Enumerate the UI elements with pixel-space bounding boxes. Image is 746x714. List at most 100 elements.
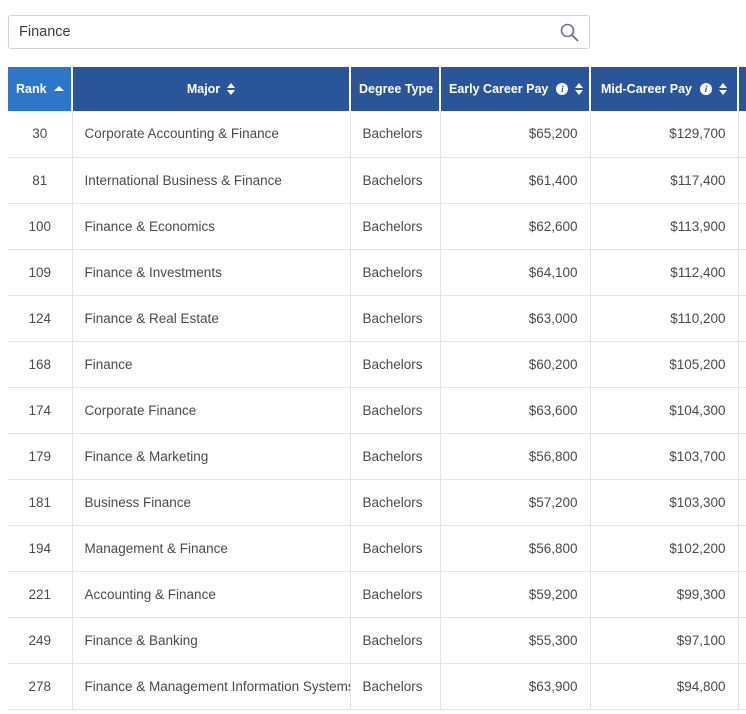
search-input[interactable] (9, 16, 549, 48)
table-header: Rank Major Degree Type Early Career Pay … (8, 67, 746, 111)
table-row[interactable]: 168 Finance Bachelors $60,200 $105,200 (8, 341, 746, 388)
cell-overflow (738, 663, 746, 710)
cell-degree-type: Bachelors (350, 525, 441, 572)
cell-degree-type: Bachelors (350, 571, 441, 618)
table-row[interactable]: 221 Accounting & Finance Bachelors $59,200 $… (8, 571, 746, 618)
cell-degree-type: Bachelors (350, 249, 441, 296)
search-icon[interactable] (559, 22, 579, 42)
search-box[interactable] (8, 15, 590, 49)
table-row[interactable]: 249 Finance & Banking Bachelors $55,300 $97,… (8, 617, 746, 664)
cell-major: Finance & Economics (72, 203, 351, 250)
cell-major: Corporate Finance (72, 387, 351, 434)
cell-rank: 100 (8, 203, 73, 250)
cell-mid-career-pay: $99,300 (590, 571, 739, 618)
cell-overflow (738, 387, 746, 434)
sort-ascending-icon (53, 85, 64, 91)
cell-overflow (738, 617, 746, 664)
cell-major: Accounting & Finance (72, 571, 351, 618)
cell-major: Finance & Banking (72, 617, 351, 664)
cell-overflow (738, 341, 746, 388)
cell-overflow (738, 157, 746, 204)
ranking-page: Rank Major Degree Type (0, 0, 746, 714)
cell-rank: 278 (8, 663, 73, 710)
cell-major: International Business & Finance (72, 157, 351, 204)
cell-mid-career-pay: $102,200 (590, 525, 739, 572)
column-header-degree-type[interactable]: Degree Type (350, 67, 441, 111)
table-row[interactable]: 124 Finance & Real Estate Bachelors $63,000… (8, 295, 746, 342)
cell-major: Finance & Management Information Systems (72, 663, 351, 710)
cell-rank: 221 (8, 571, 73, 618)
column-header-mid-career-pay[interactable]: Mid-Career Pay i (590, 67, 739, 111)
cell-early-career-pay: $60,200 (440, 341, 591, 388)
cell-major: Finance & Marketing (72, 433, 351, 480)
sort-both-icon (227, 83, 236, 95)
cell-rank: 174 (8, 387, 73, 434)
cell-degree-type: Bachelors (350, 203, 441, 250)
column-header-overflow[interactable] (738, 67, 746, 111)
info-icon[interactable]: i (556, 83, 569, 95)
cell-rank: 124 (8, 295, 73, 342)
cell-major: Finance (72, 341, 351, 388)
table-row[interactable]: 194 Management & Finance Bachelors $56,800 $… (8, 525, 746, 572)
cell-degree-type: Bachelors (350, 663, 441, 710)
cell-early-career-pay: $61,400 (440, 157, 591, 204)
table-row[interactable]: 179 Finance & Marketing Bachelors $56,800 $1… (8, 433, 746, 480)
column-header-degree-type-label: Degree Type (359, 82, 434, 96)
cell-overflow (738, 203, 746, 250)
cell-overflow (738, 571, 746, 618)
cell-rank: 181 (8, 479, 73, 526)
table-row[interactable]: 174 Corporate Finance Bachelors $63,600 $104… (8, 387, 746, 434)
table-header-row: Rank Major Degree Type Early Career Pay … (8, 67, 746, 111)
cell-rank: 109 (8, 249, 73, 296)
cell-degree-type: Bachelors (350, 157, 441, 204)
cell-overflow (738, 479, 746, 526)
column-header-major[interactable]: Major (72, 67, 351, 111)
table-row[interactable]: 181 Business Finance Bachelors $57,200 $103,… (8, 479, 746, 526)
cell-rank: 179 (8, 433, 73, 480)
cell-overflow (738, 295, 746, 342)
column-header-early-career-pay[interactable]: Early Career Pay i (440, 67, 591, 111)
table-row[interactable]: 100 Finance & Economics Bachelors $62,600 $1… (8, 203, 746, 250)
cell-early-career-pay: $56,800 (440, 525, 591, 572)
table-row[interactable]: 30 Corporate Accounting & Finance Bachelor… (8, 111, 746, 158)
table-row[interactable]: 81 International Business & Finance Bachel… (8, 157, 746, 204)
cell-rank: 168 (8, 341, 73, 388)
table-row[interactable]: 278 Finance & Management Information Syst… (8, 663, 746, 710)
cell-early-career-pay: $62,600 (440, 203, 591, 250)
cell-rank: 81 (8, 157, 73, 204)
cell-overflow (738, 433, 746, 480)
column-header-rank-label: Rank (16, 82, 47, 96)
cell-overflow (738, 249, 746, 296)
cell-degree-type: Bachelors (350, 433, 441, 480)
info-icon[interactable]: i (700, 83, 712, 95)
cell-overflow (738, 111, 746, 158)
cell-mid-career-pay: $113,900 (590, 203, 739, 250)
column-header-early-career-pay-label: Early Career Pay (449, 82, 549, 96)
column-header-major-label: Major (186, 82, 221, 96)
cell-mid-career-pay: $94,800 (590, 663, 739, 710)
cell-early-career-pay: $65,200 (440, 111, 591, 158)
cell-rank: 194 (8, 525, 73, 572)
cell-mid-career-pay: $104,300 (590, 387, 739, 434)
cell-major: Management & Finance (72, 525, 351, 572)
column-header-rank[interactable]: Rank (8, 67, 73, 111)
sort-both-icon (575, 83, 584, 95)
sort-both-icon (719, 83, 727, 95)
cell-early-career-pay: $55,300 (440, 617, 591, 664)
cell-degree-type: Bachelors (350, 295, 441, 342)
cell-early-career-pay: $63,600 (440, 387, 591, 434)
cell-major: Finance & Real Estate (72, 295, 351, 342)
cell-degree-type: Bachelors (350, 387, 441, 434)
cell-rank: 249 (8, 617, 73, 664)
cell-degree-type: Bachelors (350, 617, 441, 664)
table-row[interactable]: 109 Finance & Investments Bachelors $64,100… (8, 249, 746, 296)
cell-major: Business Finance (72, 479, 351, 526)
cell-early-career-pay: $63,000 (440, 295, 591, 342)
rankings-table-container[interactable]: Rank Major Degree Type Early Career Pay … (8, 67, 746, 714)
cell-mid-career-pay: $103,300 (590, 479, 739, 526)
cell-overflow (738, 525, 746, 572)
column-header-mid-career-pay-label: Mid-Career Pay (600, 82, 692, 96)
cell-early-career-pay: $59,200 (440, 571, 591, 618)
cell-major: Corporate Accounting & Finance (72, 111, 351, 158)
cell-early-career-pay: $63,900 (440, 663, 591, 710)
